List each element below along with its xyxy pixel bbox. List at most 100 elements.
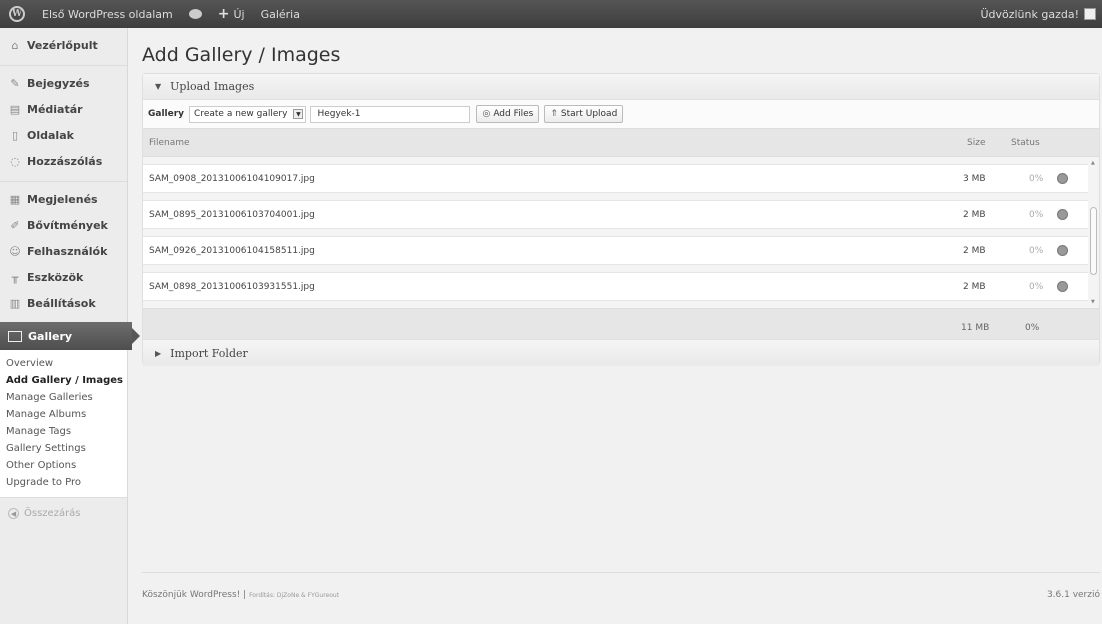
total-size: 11 MB: [961, 323, 990, 333]
gallery-select-value: Create a new gallery: [194, 109, 288, 119]
gallery-submenu: Overview Add Gallery / Images Manage Gal…: [0, 350, 127, 498]
menu-item-plugins[interactable]: ✐ Bővítmények: [0, 212, 127, 238]
file-row: SAM_0898_20131006103931551.jpg 2 MB 0%: [143, 272, 1088, 301]
submenu-item-add-gallery[interactable]: Add Gallery / Images: [0, 372, 127, 389]
tools-icon: ╥: [11, 270, 19, 284]
import-panel-toggle[interactable]: ▶ Import Folder: [143, 340, 1099, 366]
file-name: SAM_0926_20131006104158511.jpg: [149, 246, 315, 256]
menu-item-appearance[interactable]: ▦ Megjelenés: [0, 186, 127, 212]
file-list-scrollbar[interactable]: ▲ ▼: [1089, 157, 1099, 308]
triangle-right-icon: ▶: [155, 348, 162, 358]
menu-item-settings[interactable]: ▥ Beállítások: [0, 290, 127, 316]
menu-label: Bejegyzés: [27, 76, 90, 90]
total-status: 0%: [1025, 323, 1040, 333]
file-size: 3 MB: [963, 174, 986, 184]
menu-item-media[interactable]: ▤ Médiatár: [0, 96, 127, 122]
menu-item-posts[interactable]: ✎ Bejegyzés: [0, 70, 127, 96]
menu-label: Vezérlőpult: [27, 38, 98, 52]
submenu-item-other-options[interactable]: Other Options: [0, 457, 127, 474]
media-icon: ▤: [9, 102, 21, 116]
gallery-select[interactable]: Create a new gallery ▼: [189, 105, 307, 123]
file-size: 2 MB: [963, 282, 986, 292]
file-row: SAM_0895_20131006103704001.jpg 2 MB 0%: [143, 200, 1088, 229]
menu-item-pages[interactable]: ▯ Oldalak: [0, 122, 127, 148]
plugin-icon: ✐: [10, 218, 20, 232]
menu-item-dashboard[interactable]: ⌂ Vezérlőpult: [0, 32, 127, 58]
filename-column-header: Filename: [149, 137, 190, 148]
collapse-menu-button[interactable]: ◀ Összezárás: [0, 508, 127, 519]
menu-label: Oldalak: [27, 128, 74, 142]
menu-item-users[interactable]: ☺ Felhasználók: [0, 238, 127, 264]
file-list-header: Filename Size Status: [143, 128, 1099, 157]
page-icon: ▯: [11, 128, 19, 142]
avatar: [1084, 8, 1096, 20]
add-icon: ◎: [482, 109, 491, 119]
comment-bubble-icon: [188, 9, 202, 19]
settings-icon: ▥: [9, 296, 21, 310]
remove-file-icon[interactable]: [1057, 245, 1068, 256]
menu-item-gallery[interactable]: Gallery: [0, 322, 140, 350]
translators-text: Fordítás: DjZoNe & FYGureout: [249, 592, 340, 599]
footer-thanks: Köszönjük WordPress! | Fordítás: DjZoNe …: [142, 590, 339, 600]
upload-controls: Gallery Create a new gallery ▼ Hegyek-1 …: [143, 100, 1099, 128]
user-account-link[interactable]: Üdvözlünk gazda!: [972, 0, 1102, 28]
submenu-item-manage-galleries[interactable]: Manage Galleries: [0, 389, 127, 406]
add-files-button[interactable]: ◎ Add Files: [476, 105, 540, 123]
start-upload-button[interactable]: ⇑ Start Upload: [544, 105, 624, 123]
menu-label: Bővítmények: [27, 218, 108, 232]
status-column-header: Status: [1011, 137, 1040, 148]
panel-title: Import Folder: [170, 346, 248, 360]
greeting-text: Üdvözlünk gazda!: [980, 7, 1079, 21]
menu-label: Beállítások: [27, 296, 96, 310]
remove-file-icon[interactable]: [1057, 173, 1068, 184]
remove-file-icon[interactable]: [1057, 281, 1068, 292]
collapse-label: Összezárás: [24, 508, 81, 519]
scroll-down-icon[interactable]: ▼: [1091, 299, 1095, 305]
scroll-up-icon[interactable]: ▲: [1091, 160, 1095, 166]
version-text: 3.6.1 verzió: [1046, 590, 1100, 600]
submenu-item-manage-tags[interactable]: Manage Tags: [0, 423, 127, 440]
new-content-label: Új: [233, 7, 245, 21]
gallery-name-input[interactable]: Hegyek-1: [310, 105, 471, 123]
import-folder-panel[interactable]: ▶ Import Folder: [142, 339, 1100, 366]
menu-label: Hozzászólás: [27, 154, 103, 168]
scrollbar-thumb[interactable]: [1090, 207, 1097, 275]
gallery-icon: [8, 330, 22, 342]
submenu-item-gallery-settings[interactable]: Gallery Settings: [0, 440, 127, 457]
pin-icon: ✎: [10, 76, 20, 90]
gallery-link[interactable]: Galéria: [253, 0, 308, 28]
start-upload-label: Start Upload: [560, 109, 618, 119]
footer: Köszönjük WordPress! | Fordítás: DjZoNe …: [142, 572, 1100, 624]
panel-title: Upload Images: [170, 80, 255, 93]
wordpress-logo-icon[interactable]: W: [0, 0, 34, 28]
page-title: Add Gallery / Images: [142, 44, 341, 66]
menu-item-comments[interactable]: ◌ Hozzászólás: [0, 148, 127, 174]
size-column-header: Size: [967, 137, 986, 148]
thanks-link[interactable]: Köszönjük WordPress! |: [142, 590, 246, 600]
users-icon: ☺: [9, 244, 21, 258]
file-list[interactable]: SAM_0908_20131006104109017.jpg 3 MB 0% S…: [143, 157, 1099, 308]
menu-label: Felhasználók: [27, 244, 108, 258]
upload-panel-toggle[interactable]: ▼ Upload Images: [143, 74, 1099, 100]
collapse-arrow-icon: ◀: [8, 508, 19, 519]
submenu-item-overview[interactable]: Overview: [0, 355, 127, 372]
menu-item-tools[interactable]: ╥ Eszközök: [0, 264, 127, 290]
submenu-item-manage-albums[interactable]: Manage Albums: [0, 406, 127, 423]
file-status: 0%: [1029, 282, 1044, 292]
comment-icon: ◌: [10, 154, 20, 168]
file-status: 0%: [1029, 246, 1044, 256]
upload-arrow-icon: ⇑: [550, 109, 558, 119]
plus-icon: +: [217, 6, 230, 22]
new-content-link[interactable]: + Új: [210, 0, 253, 28]
chevron-down-icon: ▼: [293, 109, 304, 119]
site-name-link[interactable]: Első WordPress oldalam: [34, 0, 181, 28]
menu-label: Eszközök: [27, 270, 84, 284]
triangle-down-icon: ▼: [155, 82, 162, 91]
comments-link[interactable]: [181, 0, 210, 28]
file-name: SAM_0895_20131006103704001.jpg: [149, 210, 315, 220]
appearance-icon: ▦: [9, 192, 21, 206]
file-name: SAM_0908_20131006104109017.jpg: [149, 174, 315, 184]
remove-file-icon[interactable]: [1057, 209, 1068, 220]
menu-label: Megjelenés: [27, 192, 98, 206]
submenu-item-upgrade[interactable]: Upgrade to Pro: [0, 474, 127, 491]
